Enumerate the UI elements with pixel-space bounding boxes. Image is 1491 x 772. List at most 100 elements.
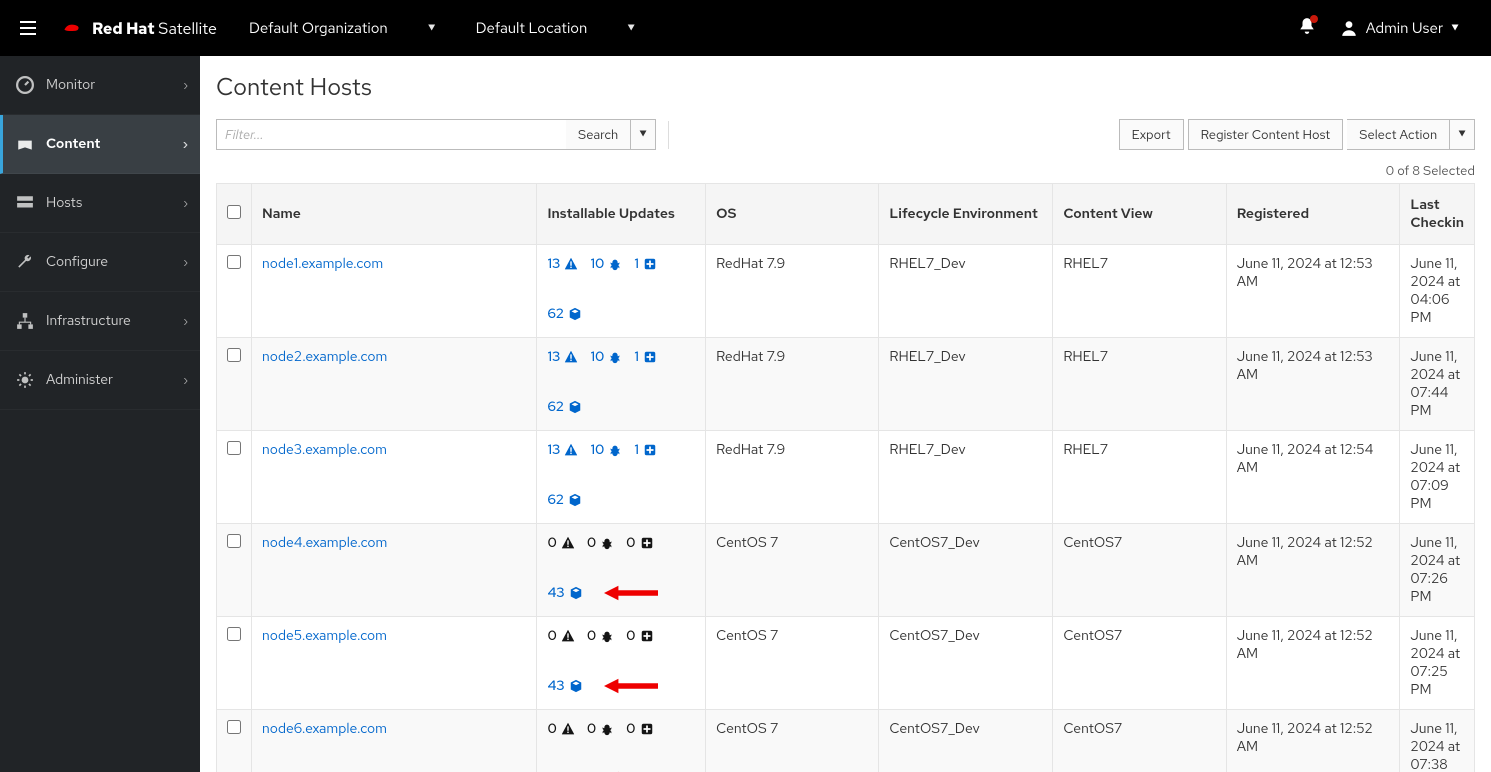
security-updates[interactable]: 0: [547, 720, 574, 738]
enhancement-icon: [640, 629, 654, 643]
col-le[interactable]: Lifecycle Environment: [879, 184, 1053, 245]
notification-dot: [1310, 15, 1318, 23]
enhancement-updates[interactable]: 1: [634, 441, 657, 459]
row-checkbox[interactable]: [227, 720, 241, 734]
package-updates[interactable]: 43: [547, 677, 582, 695]
brand-logo[interactable]: Red Hat Satellite: [48, 16, 229, 40]
bug-icon: [600, 722, 614, 736]
bugfix-updates[interactable]: 10: [590, 441, 622, 459]
select-action-dropdown[interactable]: ▼: [1450, 119, 1475, 150]
host-name-link[interactable]: node2.example.com: [262, 348, 387, 366]
host-name-link[interactable]: node5.example.com: [262, 627, 387, 645]
filter-input[interactable]: [216, 119, 566, 150]
row-checkbox[interactable]: [227, 627, 241, 641]
row-checkbox[interactable]: [227, 534, 241, 548]
enhancement-updates[interactable]: 0: [626, 720, 653, 738]
host-name-link[interactable]: node4.example.com: [262, 534, 387, 552]
sidebar-item-administer[interactable]: Administer ›: [0, 351, 200, 410]
enhancement-icon: [643, 350, 657, 364]
row-checkbox[interactable]: [227, 441, 241, 455]
enhancement-updates[interactable]: 0: [626, 627, 653, 645]
search-button[interactable]: Search: [566, 119, 631, 150]
highlight-arrow-icon: [601, 584, 661, 602]
row-checkbox[interactable]: [227, 348, 241, 362]
search-dropdown-button[interactable]: ▼: [631, 119, 656, 150]
col-checkin[interactable]: Last Checkin: [1400, 184, 1475, 245]
enhancement-updates[interactable]: 1: [634, 255, 657, 273]
table-row: node1.example.com 13 10 1 62 RedHat 7.9 …: [217, 245, 1475, 338]
selected-count: 0 of 8 Selected: [216, 162, 1475, 179]
cell-os: RedHat 7.9: [706, 338, 879, 431]
notifications-bell[interactable]: [1298, 17, 1316, 40]
table-row: node3.example.com 13 10 1 62 RedHat 7.9 …: [217, 431, 1475, 524]
col-reg[interactable]: Registered: [1226, 184, 1400, 245]
chevron-right-icon: ›: [183, 313, 188, 329]
hosts-icon: [16, 194, 34, 212]
enhancement-icon: [643, 257, 657, 271]
sidebar-item-content[interactable]: Content ›: [0, 115, 200, 174]
security-updates[interactable]: 13: [547, 348, 578, 366]
infrastructure-icon: [16, 312, 34, 330]
bugfix-updates[interactable]: 10: [590, 255, 622, 273]
select-action-button[interactable]: Select Action: [1347, 119, 1450, 150]
cell-le: RHEL7_Dev: [879, 245, 1053, 338]
chevron-right-icon: ›: [183, 372, 188, 388]
col-cv[interactable]: Content View: [1053, 184, 1226, 245]
location-label: Default Location: [476, 18, 588, 38]
host-name-link[interactable]: node3.example.com: [262, 441, 387, 459]
user-name: Admin User: [1366, 18, 1443, 38]
cell-le: CentOS7_Dev: [879, 710, 1053, 772]
security-updates[interactable]: 0: [547, 627, 574, 645]
select-all-checkbox[interactable]: [227, 205, 241, 219]
hamburger-menu[interactable]: [8, 8, 48, 48]
caret-down-icon: ▼: [428, 22, 436, 35]
cell-checkin: June 11, 2024 at 07:44 PM: [1400, 338, 1475, 431]
package-updates[interactable]: 62: [547, 491, 582, 509]
package-updates[interactable]: 43: [547, 584, 582, 602]
enhancement-updates[interactable]: 1: [634, 348, 657, 366]
bugfix-updates[interactable]: 0: [587, 720, 614, 738]
bug-icon: [608, 350, 622, 364]
col-os[interactable]: OS: [706, 184, 879, 245]
sidebar-item-monitor[interactable]: Monitor ›: [0, 56, 200, 115]
host-name-link[interactable]: node1.example.com: [262, 255, 383, 273]
export-button[interactable]: Export: [1119, 119, 1184, 150]
register-button[interactable]: Register Content Host: [1188, 119, 1344, 150]
table-row: node2.example.com 13 10 1 62 RedHat 7.9 …: [217, 338, 1475, 431]
brand-bold: Red Hat: [92, 18, 155, 39]
package-updates[interactable]: 62: [547, 305, 582, 323]
cell-cv: RHEL7: [1053, 338, 1226, 431]
sidebar-item-infrastructure[interactable]: Infrastructure ›: [0, 292, 200, 351]
cell-cv: RHEL7: [1053, 431, 1226, 524]
security-updates[interactable]: 13: [547, 441, 578, 459]
cell-registered: June 11, 2024 at 12:54 AM: [1226, 431, 1400, 524]
cell-cv: CentOS7: [1053, 710, 1226, 772]
chevron-right-icon: ›: [183, 77, 188, 93]
table-row: node5.example.com 0 0 0 43 CentOS 7 Cent…: [217, 617, 1475, 710]
cell-registered: June 11, 2024 at 12:53 AM: [1226, 245, 1400, 338]
cell-le: RHEL7_Dev: [879, 338, 1053, 431]
bugfix-updates[interactable]: 10: [590, 348, 622, 366]
sidebar-item-hosts[interactable]: Hosts ›: [0, 174, 200, 233]
package-updates[interactable]: 62: [547, 398, 582, 416]
location-dropdown[interactable]: Default Location ▼: [456, 18, 656, 38]
row-checkbox[interactable]: [227, 255, 241, 269]
cell-checkin: June 11, 2024 at 07:26 PM: [1400, 524, 1475, 617]
page-title: Content Hosts: [216, 72, 1475, 103]
col-updates[interactable]: Installable Updates: [537, 184, 706, 245]
cell-checkin: June 11, 2024 at 04:06 PM: [1400, 245, 1475, 338]
package-icon: [568, 400, 582, 414]
user-menu[interactable]: Admin User ▼: [1340, 18, 1459, 38]
host-name-link[interactable]: node6.example.com: [262, 720, 387, 738]
cell-checkin: June 11, 2024 at 07:09 PM: [1400, 431, 1475, 524]
content-icon: [16, 135, 34, 153]
security-updates[interactable]: 0: [547, 534, 574, 552]
sidebar-item-configure[interactable]: Configure ›: [0, 233, 200, 292]
org-dropdown[interactable]: Default Organization ▼: [229, 18, 456, 38]
bugfix-updates[interactable]: 0: [587, 534, 614, 552]
col-name[interactable]: Name: [252, 184, 537, 245]
enhancement-updates[interactable]: 0: [626, 534, 653, 552]
security-updates[interactable]: 13: [547, 255, 578, 273]
bugfix-updates[interactable]: 0: [587, 627, 614, 645]
caret-down-icon: ▼: [627, 22, 635, 35]
